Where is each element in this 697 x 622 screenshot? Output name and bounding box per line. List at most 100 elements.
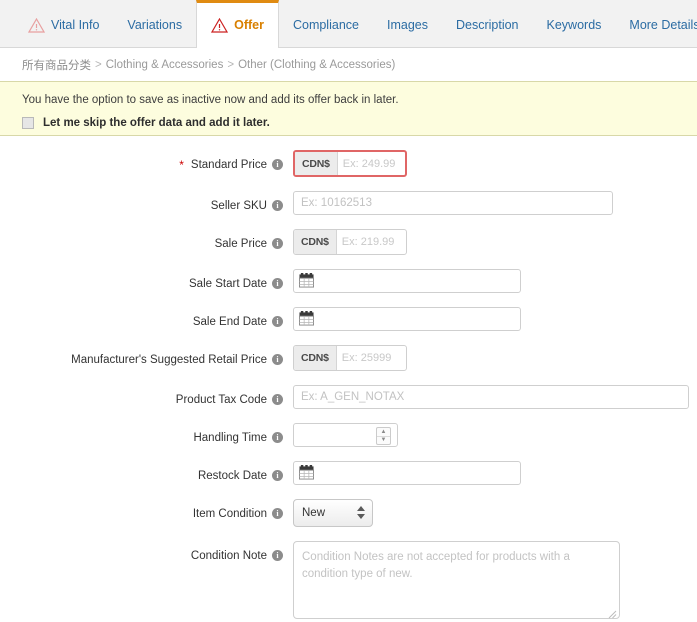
field-label-text: Item Condition (192, 507, 267, 520)
info-icon[interactable]: i (272, 159, 283, 170)
form-row-sale-end-date: Sale End Date i (0, 307, 697, 331)
field-label-text: Sale End Date (192, 315, 267, 328)
input-manufacturers-suggested-retail-price[interactable] (336, 346, 406, 370)
breadcrumb-item[interactable]: Clothing & Accessories (106, 59, 224, 71)
input-standard-price[interactable] (337, 152, 405, 175)
input-sale-price[interactable] (336, 230, 406, 254)
field-sale-end-date (283, 307, 521, 331)
input-restock-date[interactable] (293, 461, 521, 485)
info-icon[interactable]: i (272, 470, 283, 481)
field-restock-date (283, 461, 521, 485)
field-label-text: Handling Time (193, 431, 267, 444)
breadcrumb-separator: > (95, 58, 102, 71)
input-seller-sku[interactable] (293, 191, 613, 215)
textarea-condition-note[interactable] (293, 541, 620, 619)
form-row-condition-note: Condition Note i (0, 541, 697, 622)
info-icon[interactable]: i (272, 354, 283, 365)
tab-label: Description (455, 17, 519, 32)
date-field-restock-date[interactable] (293, 461, 521, 485)
tab-offer[interactable]: Offer (196, 0, 279, 48)
label-sale-start-date: Sale Start Date i (0, 269, 283, 293)
textarea-wrap-condition-note[interactable] (293, 541, 620, 622)
form-row-standard-price: * Standard Price i CDN$ (0, 150, 697, 177)
field-condition-note (283, 541, 620, 622)
tab-label: Keywords (546, 17, 602, 32)
tab-description[interactable]: Description (442, 0, 533, 47)
label-restock-date: Restock Date i (0, 461, 283, 485)
form-row-manufacturers-suggested-retail-price: Manufacturer's Suggested Retail Price i CD… (0, 345, 697, 371)
field-label-text: Manufacturer's Suggested Retail Price (71, 353, 267, 366)
tab-variations[interactable]: Variations (113, 0, 196, 47)
label-item-condition: Item Condition i (0, 499, 283, 523)
skip-offer-notice-banner: You have the option to save as inactive … (0, 81, 697, 136)
field-product-tax-code (283, 385, 689, 409)
tab-more-details[interactable]: More Details (615, 0, 697, 47)
tab-label: More Details (629, 17, 697, 32)
tab-label: Vital Info (51, 17, 100, 32)
label-handling-time: Handling Time i (0, 423, 283, 447)
tab-vital-info[interactable]: Vital Info (14, 0, 113, 47)
form-row-restock-date: Restock Date i (0, 461, 697, 485)
select-item-condition[interactable]: New (293, 499, 373, 527)
field-label-text: Product Tax Code (175, 393, 267, 406)
tab-compliance[interactable]: Compliance (279, 0, 373, 47)
field-label-text: Restock Date (197, 469, 267, 482)
tab-label: Variations (127, 17, 183, 32)
input-sale-start-date[interactable] (293, 269, 521, 293)
currency-input-group-sale-price[interactable]: CDN$ (293, 229, 407, 255)
required-marker: * (179, 157, 184, 172)
tab-images[interactable]: Images (373, 0, 442, 47)
currency-prefix: CDN$ (294, 346, 337, 370)
skip-offer-checkbox-row[interactable]: Let me skip the offer data and add it la… (22, 116, 697, 129)
stepper-up-icon[interactable]: ▲ (377, 428, 390, 437)
breadcrumb-root[interactable]: 所有商品分类 (22, 57, 91, 73)
date-field-sale-end-date[interactable] (293, 307, 521, 331)
breadcrumb: 所有商品分类 > Clothing & Accessories > Other (Clo… (0, 48, 697, 81)
field-label-text: Sale Price (214, 237, 267, 250)
number-field-handling-time[interactable]: ▲ ▼ (293, 423, 398, 447)
form-row-handling-time: Handling Time i ▲ ▼ (0, 423, 697, 447)
input-sale-end-date[interactable] (293, 307, 521, 331)
select-wrap-item-condition[interactable]: New (293, 499, 373, 527)
label-seller-sku: Seller SKU i (0, 191, 283, 215)
form-row-seller-sku: Seller SKU i (0, 191, 697, 215)
breadcrumb-separator: > (227, 58, 235, 71)
field-label-text: Sale Start Date (189, 277, 267, 290)
info-icon[interactable]: i (272, 316, 283, 327)
input-product-tax-code[interactable] (293, 385, 689, 409)
breadcrumb-item[interactable]: Other (Clothing & Accessories) (238, 59, 395, 71)
label-sale-end-date: Sale End Date i (0, 307, 283, 331)
tab-label: Offer (234, 18, 264, 33)
info-icon[interactable]: i (272, 278, 283, 289)
info-icon[interactable]: i (272, 508, 283, 519)
warning-triangle-icon (211, 18, 229, 33)
info-icon[interactable]: i (272, 432, 283, 443)
currency-input-group-manufacturers-suggested-retail-price[interactable]: CDN$ (293, 345, 407, 371)
form-row-sale-start-date: Sale Start Date i (0, 269, 697, 293)
number-stepper-handling-time[interactable]: ▲ ▼ (376, 427, 391, 445)
currency-input-group-standard-price[interactable]: CDN$ (293, 150, 407, 177)
field-sale-start-date (283, 269, 521, 293)
notice-message: You have the option to save as inactive … (22, 94, 399, 106)
field-sale-price: CDN$ (283, 229, 407, 255)
tab-keywords[interactable]: Keywords (533, 0, 616, 47)
info-icon[interactable]: i (272, 550, 283, 561)
label-standard-price: * Standard Price i (0, 150, 283, 174)
field-handling-time: ▲ ▼ (283, 423, 398, 447)
stepper-down-icon[interactable]: ▼ (377, 437, 390, 445)
tab-bar: Vital Info Variations Offer Compliance Image… (0, 0, 697, 48)
info-icon[interactable]: i (272, 200, 283, 211)
label-manufacturers-suggested-retail-price: Manufacturer's Suggested Retail Price i (0, 345, 283, 369)
field-label-text: Standard Price (190, 158, 267, 171)
warning-triangle-icon (28, 17, 45, 33)
info-icon[interactable]: i (272, 238, 283, 249)
field-seller-sku (283, 191, 613, 215)
field-label-text: Condition Note (190, 549, 267, 562)
currency-prefix: CDN$ (294, 230, 337, 254)
form-row-sale-price: Sale Price i CDN$ (0, 229, 697, 255)
date-field-sale-start-date[interactable] (293, 269, 521, 293)
info-icon[interactable]: i (272, 394, 283, 405)
offer-form-page: Vital Info Variations Offer Compliance Image… (0, 0, 697, 619)
tab-label: Images (386, 17, 428, 32)
skip-offer-checkbox[interactable] (22, 116, 34, 129)
